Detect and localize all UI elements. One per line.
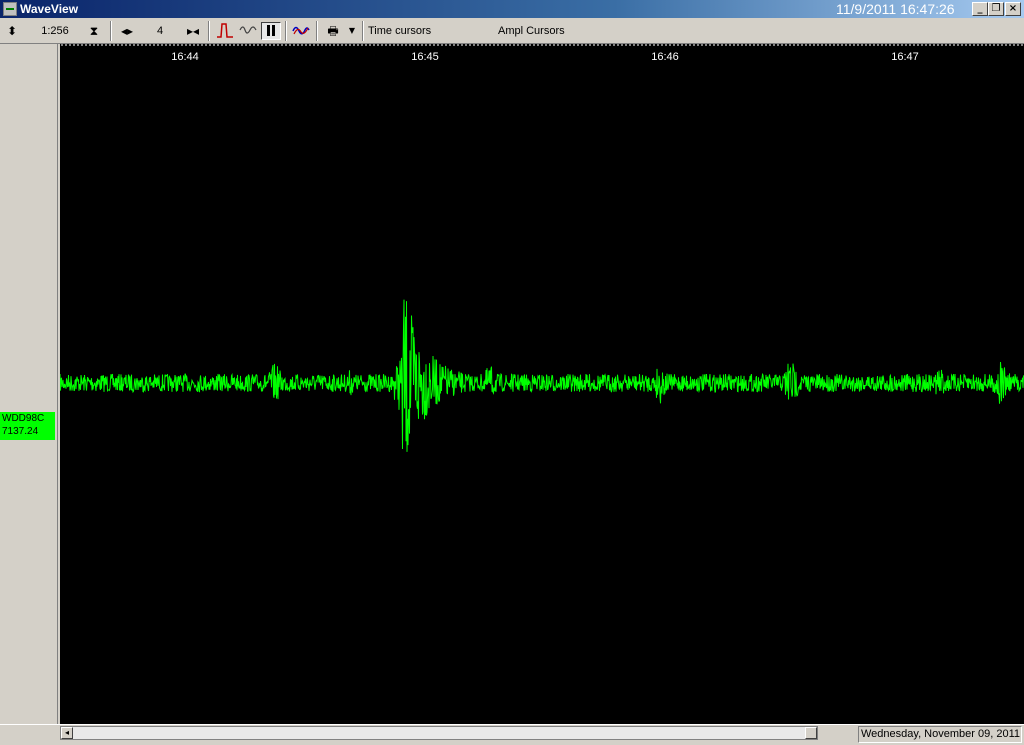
channel-value: 7137.24	[2, 426, 39, 437]
waveform-plot[interactable]	[59, 66, 1024, 724]
dropdown-icon[interactable]: ▼	[346, 22, 358, 40]
time-scale-value: 4	[156, 25, 164, 37]
channel-station-name: WDD98C	[2, 413, 45, 424]
close-button[interactable]: ×	[1005, 2, 1021, 16]
amplitude-arrows-icon[interactable]: ⬍	[4, 22, 20, 40]
time-cursors-button[interactable]: Time cursors	[368, 22, 431, 40]
toolbar-separator	[362, 21, 364, 41]
toolbar: ⬍ 1:256 ⧗ ◂▸ 4 ▸◂ 🖶 ▼ Time cursors Ampl …	[0, 18, 1024, 44]
minimize-button[interactable]: _	[972, 2, 988, 16]
tick-label-3: 16:47	[891, 51, 919, 63]
scroll-left-icon[interactable]: ◂	[61, 727, 73, 739]
wave-icon[interactable]	[238, 22, 258, 40]
clock-datetime: 11/9/2011 16:47:26	[836, 1, 955, 17]
seismic-trace	[59, 299, 1024, 452]
toolbar-separator	[208, 21, 210, 41]
app-icon[interactable]	[3, 2, 17, 16]
time-arrows-icon[interactable]: ◂▸	[118, 22, 136, 40]
channel-panel: WDD98C 7137.24	[0, 44, 58, 724]
zoom-vertical-icon[interactable]: ⧗	[86, 22, 102, 40]
print-icon[interactable]: 🖶	[322, 22, 344, 40]
status-bar: ◂ Wednesday, November 09, 2011	[0, 724, 1024, 745]
filter-icon[interactable]	[214, 22, 236, 40]
toolbar-separator	[316, 21, 318, 41]
time-compress-icon[interactable]: ▸◂	[184, 22, 202, 40]
toolbar-separator	[110, 21, 112, 41]
spectrum-icon[interactable]	[290, 22, 312, 40]
status-date: Wednesday, November 09, 2011	[858, 726, 1022, 743]
tick-label-2: 16:46	[651, 51, 679, 63]
horizontal-scrollbar[interactable]: ◂	[60, 726, 818, 740]
toolbar-separator	[285, 21, 287, 41]
app-title: WaveView	[20, 2, 79, 16]
pause-icon[interactable]	[261, 22, 281, 40]
scroll-thumb[interactable]	[805, 727, 817, 739]
amplitude-scale-value: 1:256	[41, 25, 69, 37]
channel-label[interactable]: WDD98C 7137.24	[0, 412, 55, 440]
tick-label-1: 16:45	[411, 51, 439, 63]
title-bar: WaveView 11/9/2011 16:47:26 _ ❐ ×	[0, 0, 1024, 18]
ampl-cursors-button[interactable]: Ampl Cursors	[498, 22, 565, 40]
restore-button[interactable]: ❐	[988, 2, 1004, 16]
tick-label-0: 16:44	[171, 51, 199, 63]
time-ruler: 16:44 16:45 16:46 16:47	[61, 44, 1023, 63]
